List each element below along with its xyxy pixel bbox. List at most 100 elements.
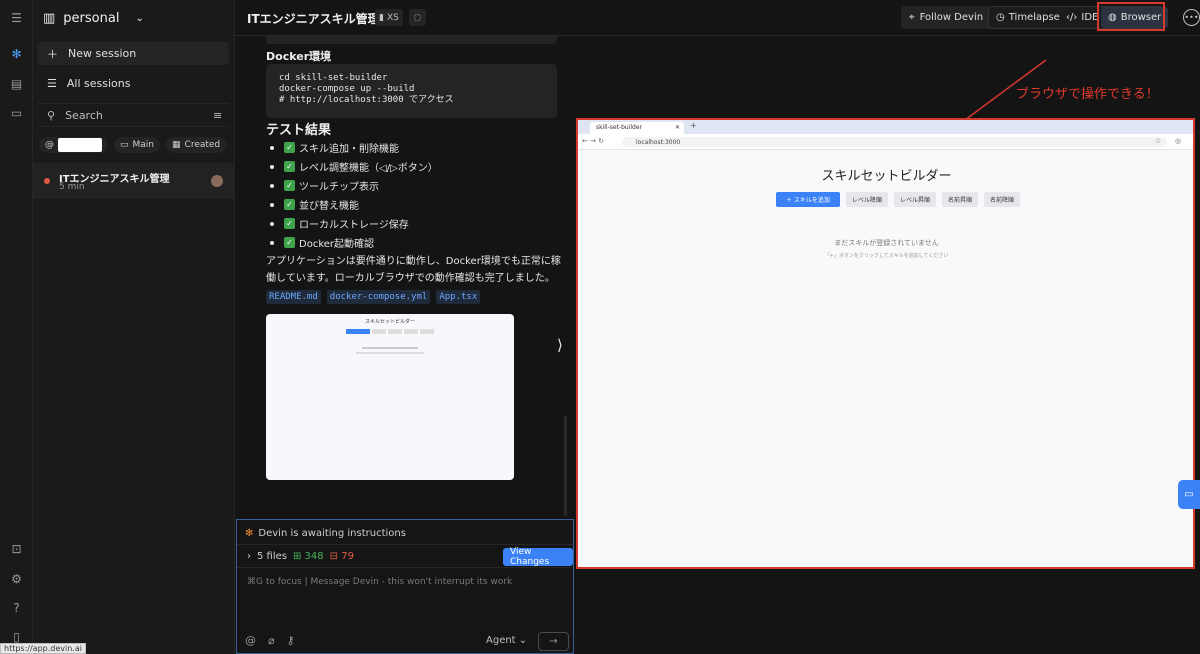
star-icon[interactable]: ☆ <box>1155 137 1161 145</box>
workspace-switcher[interactable]: ▥ personal ⌄ <box>43 9 144 27</box>
follow-label: Follow Devin <box>919 12 984 23</box>
folder-icon: ▭ <box>120 140 129 150</box>
deletions-count: ⊟ 79 <box>329 551 354 562</box>
sort-level-asc-button[interactable]: レベル昇順 <box>893 192 936 207</box>
list-icon: ☰ <box>47 77 57 90</box>
thumbnail-button <box>404 329 418 334</box>
code-line: # http://localhost:3000 でアクセス <box>279 95 454 105</box>
more-options-icon[interactable]: ••• <box>1183 9 1200 26</box>
thumbnail-hint-text <box>356 352 424 354</box>
help-icon[interactable]: ? <box>8 599 25 616</box>
menu-icon[interactable]: ☰ <box>8 9 25 26</box>
message-input[interactable]: ⌘G to focus | Message Devin - this won't… <box>247 577 512 587</box>
file-link[interactable]: docker-compose.yml <box>326 290 431 304</box>
follow-icon: ⌖ <box>909 12 915 23</box>
close-icon[interactable]: ✕ <box>675 124 680 131</box>
check-icon: ✓ <box>284 161 295 172</box>
thumbnail-empty-text <box>362 347 418 349</box>
ide-label: IDE <box>1081 12 1099 23</box>
app-title: スキルセットビルダー <box>821 169 952 184</box>
check-label: 並び替え機能 <box>299 201 359 212</box>
check-icon: ✓ <box>284 237 295 248</box>
thumbnail-button <box>420 329 434 334</box>
size-badge[interactable]: ▮ XS <box>375 9 403 26</box>
sort-label: Created <box>184 140 221 150</box>
new-session-button[interactable]: ＋ New session <box>37 42 229 65</box>
avatar <box>211 175 223 187</box>
changes-summary[interactable]: › 5 files ⊞ 348 ⊟ 79 <box>247 551 354 562</box>
profile-icon[interactable]: ◎ <box>1175 137 1181 145</box>
status-bar: ✻ Devin is awaiting instructions <box>245 528 406 539</box>
status-url: https://app.devin.ai <box>0 643 86 654</box>
sort-name-asc-button[interactable]: 名前昇順 <box>941 192 978 207</box>
bullet <box>270 183 274 188</box>
scrollbar[interactable] <box>564 416 567 516</box>
user-filter-chip[interactable]: @ <box>39 137 108 153</box>
search-icon: ⚲ <box>47 108 56 122</box>
building-icon: ▥ <box>43 10 56 26</box>
add-skill-button[interactable]: ＋ スキルを追加 <box>776 192 840 207</box>
screenshot-thumbnail[interactable]: スキルセットビルダー <box>266 314 514 480</box>
settings-icon[interactable]: ⚙ <box>8 570 25 587</box>
branch-chip[interactable]: ▭ Main <box>114 137 161 153</box>
all-sessions-button[interactable]: ☰ All sessions <box>37 72 229 95</box>
mode-select[interactable]: Agent ⌄ <box>486 635 527 646</box>
view-changes-button[interactable]: View Changes <box>503 547 573 567</box>
floating-panel-button[interactable]: ▭ <box>1178 480 1200 509</box>
new-tab-icon[interactable]: + <box>690 121 697 130</box>
follow-devin-button[interactable]: ⌖ Follow Devin <box>901 6 992 29</box>
workspace-name: personal <box>63 10 120 26</box>
collapse-panel-icon[interactable]: ⟩ <box>557 336 563 354</box>
bullet <box>270 164 274 169</box>
filter-icon[interactable]: ≡ <box>213 109 222 122</box>
check-icon: ✓ <box>284 199 295 210</box>
send-button[interactable]: → <box>538 632 569 651</box>
attach-icon[interactable]: ⌀ <box>268 634 275 647</box>
list-item: ✓ スキル追加・削除機能 <box>270 138 438 157</box>
page-title: ITエンジニアスキル管理 <box>247 12 380 26</box>
list-icon[interactable]: ▭ <box>8 104 25 121</box>
status-text: Devin is awaiting instructions <box>258 528 406 539</box>
search-input[interactable]: ⚲ Search <box>37 103 229 127</box>
file-link[interactable]: README.md <box>266 290 321 304</box>
list-item: ✓ ローカルストレージ保存 <box>270 214 438 233</box>
thumbnail-button <box>372 329 386 334</box>
browser-tab[interactable]: skill-set-builder ✕ <box>590 122 684 134</box>
lightbulb-icon[interactable]: ◌ <box>409 9 426 26</box>
code-line: docker-compose up --build <box>279 84 415 94</box>
check-label: ローカルストレージ保存 <box>299 220 409 231</box>
timelapse-label: Timelapse <box>1008 12 1060 23</box>
session-time: 5 min <box>59 182 85 192</box>
additions-value: 348 <box>304 551 324 562</box>
devin-logo-icon[interactable]: ✻ <box>8 45 25 62</box>
gift-icon[interactable]: ⊡ <box>8 540 25 557</box>
bullet <box>270 202 274 207</box>
bullet <box>270 145 274 150</box>
list-item: ✓ ツールチップ表示 <box>270 176 438 195</box>
session-item[interactable]: ITエンジニアスキル管理 5 min <box>33 163 235 199</box>
url-field[interactable]: localhost:3000 <box>622 137 1167 147</box>
file-link[interactable]: App.tsx <box>436 290 481 304</box>
sort-chip[interactable]: ▦ Created <box>166 137 227 153</box>
embedded-browser[interactable]: skill-set-builder ✕ + ← → ↻ localhost:300… <box>576 118 1195 569</box>
deletions-value: 79 <box>341 551 354 562</box>
sort-level-desc-button[interactable]: レベル降順 <box>845 192 888 207</box>
branch-label: Main <box>132 140 155 150</box>
timelapse-button[interactable]: ◷ Timelapse <box>989 7 1067 28</box>
url-text: localhost:3000 <box>636 139 681 146</box>
document-icon[interactable]: ▤ <box>8 75 25 92</box>
devin-logo-icon: ✻ <box>245 528 254 539</box>
empty-state-hint: 「+」ボタンをクリックしてスキルを追加してください <box>824 253 949 259</box>
key-icon[interactable]: ⚷ <box>287 634 295 647</box>
composer-tools: @ ⌀ ⚷ <box>245 634 295 647</box>
bars-icon: ▮ <box>379 12 384 23</box>
mention-icon[interactable]: @ <box>245 634 256 647</box>
sort-name-desc-button[interactable]: 名前降順 <box>983 192 1020 207</box>
status-dot <box>44 178 50 184</box>
check-icon: ✓ <box>284 218 295 229</box>
top-bar: ITエンジニアスキル管理 ▮ XS ◌ ⌖ Follow Devin ◷ Timel… <box>235 0 1200 36</box>
nav-icons[interactable]: ← → ↻ <box>582 137 604 145</box>
thumbnail-title: スキルセットビルダー <box>364 319 415 325</box>
list-item: ✓ 並び替え機能 <box>270 195 438 214</box>
browser-tab-strip: skill-set-builder ✕ + <box>578 120 1193 134</box>
